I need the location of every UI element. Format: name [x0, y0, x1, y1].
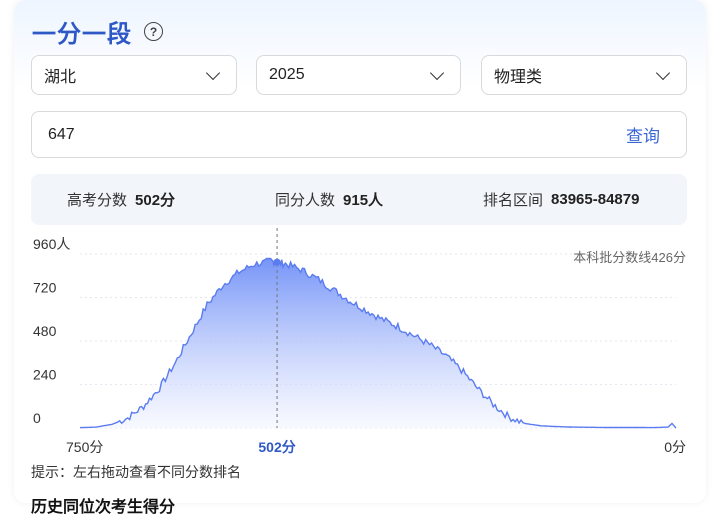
stats-bar: 高考分数 502分 同分人数 915人 排名区间 83965-84879 — [31, 174, 687, 225]
y-tick-label: 960人 — [33, 236, 70, 252]
province-select[interactable]: 湖北 — [31, 55, 237, 95]
x-tick-mid: 502分 — [258, 439, 295, 455]
query-button[interactable]: 查询 — [626, 122, 660, 147]
x-tick-right: 0分 — [664, 439, 686, 455]
y-tick-label: 480 — [33, 323, 57, 339]
stat-rank-label: 排名区间 — [483, 192, 544, 209]
score-input[interactable] — [46, 124, 450, 145]
chart-highlight-point — [273, 258, 281, 266]
y-tick-label: 0 — [33, 410, 41, 426]
question-circle-icon[interactable]: ? — [144, 22, 163, 41]
history-section-title: 历史同位次考生得分 — [31, 499, 176, 516]
year-select[interactable]: 2025 — [256, 55, 461, 95]
stat-score-label: 高考分数 — [67, 192, 128, 209]
stat-same: 同分人数 915人 — [275, 189, 383, 210]
y-axis-ticks: 960人 720 480 240 0 — [33, 236, 70, 426]
province-value: 湖北 — [44, 69, 77, 86]
stat-score: 高考分数 502分 — [67, 189, 175, 210]
page-title: 一分一段 — [32, 21, 132, 48]
title-row: 一分一段 ? — [32, 14, 163, 49]
stat-score-value: 502分 — [135, 192, 176, 209]
stat-rank: 排名区间 83965-84879 — [483, 189, 639, 210]
category-value: 物理类 — [494, 69, 543, 86]
drag-hint: 提示：左右拖动查看不同分数排名 — [31, 464, 241, 480]
chevron-down-icon — [429, 65, 445, 80]
year-value: 2025 — [269, 66, 305, 83]
chevron-down-icon — [205, 65, 221, 80]
x-tick-left: 750分 — [66, 439, 103, 455]
stat-rank-value: 83965-84879 — [551, 191, 640, 208]
y-tick-label: 720 — [33, 280, 57, 296]
stat-same-value: 915人 — [343, 192, 384, 209]
chart-area — [80, 258, 676, 428]
chevron-down-icon — [655, 65, 671, 80]
score-distribution-chart[interactable]: 960人 720 480 240 0 本科批分数线426分 750分 502分 0分 — [14, 226, 706, 460]
category-select[interactable]: 物理类 — [481, 55, 687, 95]
score-input-box: 查询 — [31, 111, 687, 158]
y-tick-label: 240 — [33, 367, 57, 383]
stat-same-label: 同分人数 — [275, 192, 336, 209]
chart-annotation: 本科批分数线426分 — [573, 250, 686, 265]
score-segment-card: 一分一段 ? 湖北 2025 物理类 查询 高考分数 502分 同分人数 915… — [14, 0, 706, 516]
